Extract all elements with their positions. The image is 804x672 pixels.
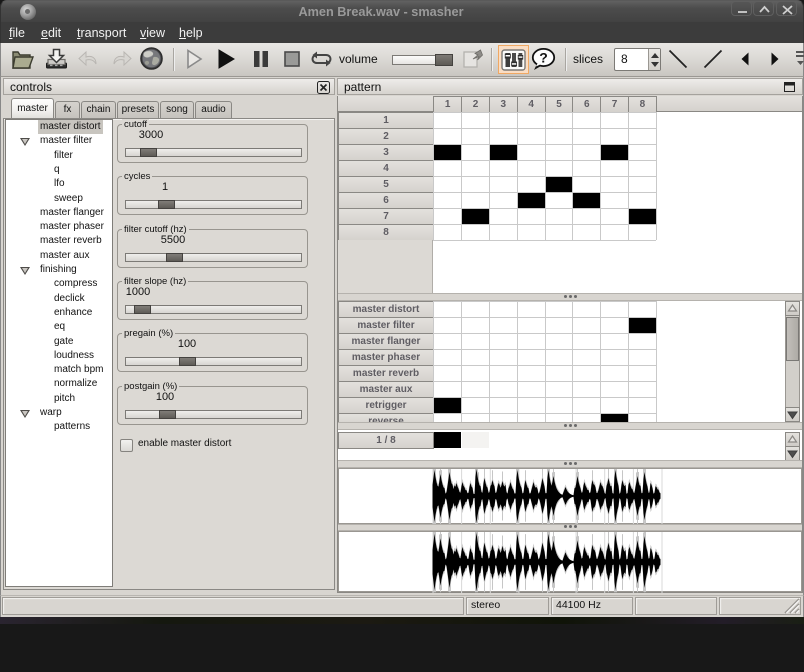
svg-text:?: ?	[539, 50, 548, 66]
